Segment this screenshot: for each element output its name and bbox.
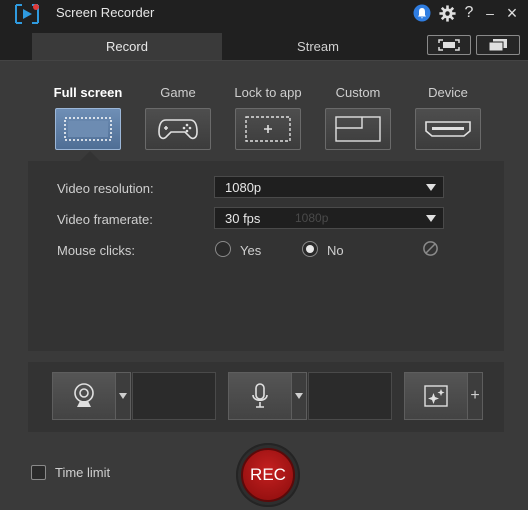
- close-button[interactable]: ×: [502, 3, 522, 23]
- hdmi-device-icon: [425, 121, 471, 137]
- full-screen-mode-button[interactable]: [55, 108, 121, 150]
- ghost-text: 1080p: [295, 211, 329, 225]
- video-framerate-label: Video framerate:: [57, 212, 153, 227]
- mode-label-lock-to-app: Lock to app: [234, 85, 302, 100]
- webcam-dropdown[interactable]: [115, 372, 131, 420]
- lock-app-icon: [245, 116, 291, 142]
- minimize-button[interactable]: –: [480, 3, 500, 23]
- tab-record[interactable]: Record: [32, 33, 222, 60]
- video-resolution-select[interactable]: 1080p: [214, 176, 444, 198]
- video-resolution-value: 1080p: [225, 179, 262, 195]
- rec-button[interactable]: REC: [241, 448, 295, 502]
- microphone-icon: [252, 383, 268, 408]
- mouse-clicks-label: Mouse clicks:: [57, 243, 136, 258]
- video-resolution-label: Video resolution:: [57, 181, 154, 196]
- disabled-icon[interactable]: [422, 240, 439, 257]
- time-limit-checkbox[interactable]: [31, 465, 46, 480]
- dropdown-arrow-icon: [426, 184, 436, 191]
- webcam-icon: [74, 383, 94, 407]
- mode-label-device: Device: [428, 85, 468, 100]
- settings-panel: Video resolution: 1080p Video framerate:…: [28, 161, 504, 351]
- record-panel: Full screen Game Lock to app Custom Devi…: [0, 60, 528, 510]
- gamepad-icon: [158, 119, 198, 140]
- dropdown-arrow-icon: [426, 215, 436, 222]
- mini-mode-button[interactable]: [476, 35, 520, 55]
- webcam-button[interactable]: [52, 372, 116, 420]
- overlap-windows-icon: [488, 39, 507, 52]
- tab-bar: Record Stream: [0, 26, 528, 60]
- microphone-button[interactable]: [228, 372, 292, 420]
- mouse-clicks-yes-radio[interactable]: [215, 241, 231, 257]
- help-button[interactable]: ?: [459, 3, 479, 23]
- mode-label-full-screen: Full screen: [53, 85, 123, 100]
- device-mode-button[interactable]: [415, 108, 481, 150]
- tab-stream[interactable]: Stream: [222, 33, 414, 60]
- time-limit-label: Time limit: [55, 465, 111, 480]
- sparkle-effects-icon: [424, 385, 448, 407]
- device-bar: +: [28, 362, 504, 432]
- webcam-preview-slot: [132, 372, 216, 420]
- gear-icon[interactable]: [437, 3, 457, 23]
- microphone-dropdown[interactable]: [291, 372, 307, 420]
- mode-label-custom: Custom: [335, 85, 381, 100]
- title-bar: Screen Recorder ? – ×: [0, 0, 528, 26]
- mouse-clicks-yes-label: Yes: [240, 243, 262, 258]
- microphone-level-slot: [308, 372, 392, 420]
- video-framerate-select[interactable]: 30 fps 1080p: [214, 207, 444, 229]
- monitor-icon: [64, 117, 112, 141]
- app-logo-icon: [15, 4, 39, 24]
- video-framerate-value: 30 fps: [225, 210, 261, 226]
- mouse-clicks-no-radio[interactable]: [302, 241, 318, 257]
- add-device-button[interactable]: +: [467, 372, 483, 420]
- lock-to-app-mode-button[interactable]: [235, 108, 301, 150]
- mouse-clicks-no-label: No: [327, 243, 344, 258]
- effects-button[interactable]: [404, 372, 468, 420]
- notification-bell-icon[interactable]: [412, 3, 432, 23]
- mode-label-game: Game: [160, 85, 196, 100]
- app-title: Screen Recorder: [56, 5, 155, 20]
- fullscreen-mode-button[interactable]: [427, 35, 471, 55]
- game-mode-button[interactable]: [145, 108, 211, 150]
- custom-mode-button[interactable]: [325, 108, 391, 150]
- selection-pointer: [80, 151, 100, 161]
- fullscreen-icon: [438, 39, 460, 51]
- custom-region-icon: [335, 116, 381, 142]
